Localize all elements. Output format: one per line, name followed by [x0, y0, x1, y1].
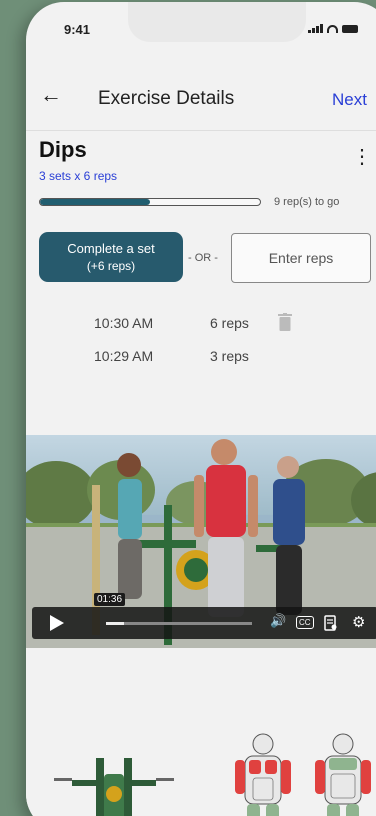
transcript-icon[interactable]: [324, 615, 338, 631]
bottom-illustrations: [26, 648, 376, 816]
log-row: 10:30 AM 6 reps: [94, 313, 314, 339]
back-arrow-icon[interactable]: ←: [40, 82, 62, 108]
video-timestamp: 01:36: [94, 593, 126, 606]
sets-reps-label: 3 sets x 6 reps: [39, 169, 118, 183]
volume-icon[interactable]: 🔊: [270, 614, 286, 629]
top-bar: ← Exercise Details Next: [26, 74, 376, 124]
cc-icon[interactable]: CC: [296, 616, 314, 629]
phone-frame: 9:41 ← Exercise Details Next Dips ⋮ 3 se…: [26, 2, 376, 816]
signal-icon: [308, 24, 323, 33]
trash-icon[interactable]: [278, 313, 292, 331]
enter-reps-input[interactable]: Enter reps: [231, 233, 371, 283]
muscle-back-icon: [315, 733, 371, 816]
reps-remaining-label: 9 rep(s) to go: [274, 196, 340, 208]
next-button[interactable]: Next: [332, 90, 367, 110]
settings-icon[interactable]: ⚙: [352, 613, 365, 631]
video-controls: 01:36 🔊 CC ⚙: [32, 593, 376, 639]
exercise-video[interactable]: 01:36 🔊 CC ⚙: [26, 435, 376, 648]
status-icons: [308, 24, 358, 33]
battery-icon: [342, 25, 358, 33]
exercise-name: Dips: [39, 137, 87, 162]
status-bar: 9:41: [26, 2, 376, 62]
log-time: 10:29 AM: [94, 348, 154, 364]
video-seek-bar[interactable]: [106, 622, 252, 625]
complete-set-button[interactable]: Complete a set (+6 reps): [39, 232, 183, 282]
play-icon[interactable]: [50, 615, 64, 631]
muscle-front-icon: [235, 733, 291, 816]
complete-set-reps-label: (+6 reps): [86, 259, 136, 273]
log-reps: 6 reps: [210, 315, 249, 331]
or-separator: - OR -: [188, 252, 218, 264]
video-seek-fill: [106, 622, 124, 625]
rep-progress-bar: [39, 198, 261, 206]
log-time: 10:30 AM: [94, 315, 154, 331]
page-title: Exercise Details: [98, 88, 235, 109]
more-vert-icon[interactable]: ⋮: [352, 144, 372, 169]
wifi-icon: [327, 25, 338, 33]
log-row: 10:29 AM 3 reps: [94, 348, 314, 372]
header-divider: [26, 130, 376, 131]
equipment-illustration: [54, 758, 174, 816]
status-time: 9:41: [64, 22, 91, 37]
notch: [128, 2, 306, 42]
rep-progress-fill: [40, 199, 150, 205]
complete-set-label: Complete a set: [67, 241, 155, 256]
log-reps: 3 reps: [210, 348, 249, 364]
